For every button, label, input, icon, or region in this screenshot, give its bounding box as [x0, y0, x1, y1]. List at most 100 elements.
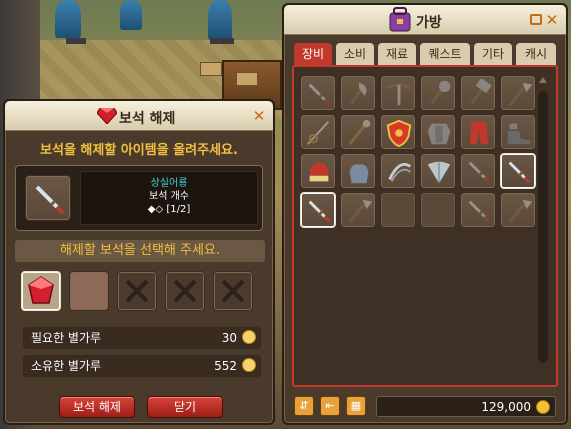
close-icon[interactable]: ✕ — [251, 108, 267, 124]
meso-coin-icon — [536, 400, 550, 414]
polearm-icon — [348, 199, 373, 224]
inventory-slot[interactable] — [460, 153, 496, 189]
x-mark-icon — [125, 279, 149, 303]
sword-icon — [468, 161, 491, 184]
helmet-icon — [309, 162, 329, 182]
polearm-icon — [508, 199, 533, 224]
gem-window-titlebar[interactable]: 보석 해제 ✕ — [5, 101, 273, 131]
fan-icon — [427, 161, 451, 184]
inventory-slot[interactable] — [300, 75, 336, 111]
gem-slot-3 — [117, 271, 157, 311]
unsocket-button[interactable]: 보석 해제 — [59, 396, 135, 418]
bag-icon — [389, 7, 411, 32]
inventory-slot[interactable] — [340, 114, 376, 150]
tab-cash[interactable]: 캐시 — [516, 43, 556, 65]
mace-icon — [430, 80, 451, 105]
sword-icon — [308, 83, 331, 106]
inventory-slot[interactable] — [380, 75, 416, 111]
gem-slot-1[interactable] — [21, 271, 61, 311]
select-gem-prompt: 해제할 보석을 선택해 주세요. — [15, 240, 265, 262]
inventory-slot[interactable] — [420, 153, 456, 189]
item-name: 상실어룡 — [150, 178, 188, 189]
inventory-slot[interactable] — [500, 153, 536, 189]
armor-icon — [427, 123, 451, 145]
sword-icon — [308, 200, 331, 223]
tab-etc[interactable]: 기타 — [474, 43, 512, 65]
shield-icon — [386, 119, 412, 148]
inventory-slot[interactable] — [500, 114, 536, 150]
stardust-icon — [242, 330, 256, 344]
meso-value: 129,000 — [481, 400, 531, 414]
post — [66, 38, 86, 44]
owned-stardust-label: 소유한 별가루 — [31, 359, 102, 373]
owned-stardust-row: 소유한 별가루 552 — [23, 355, 261, 377]
gem-count-label: 보석 개수 — [149, 191, 189, 202]
gem-count-value: ◆◇ [1/2] — [147, 204, 191, 215]
inventory-slot[interactable] — [340, 192, 376, 228]
rapier-icon — [307, 121, 330, 145]
tab-material[interactable]: 재료 — [378, 43, 416, 65]
inventory-slot[interactable] — [500, 75, 536, 111]
x-mark-icon — [221, 279, 245, 303]
tab-consume[interactable]: 소비 — [336, 43, 374, 65]
scroll-up-arrow[interactable] — [539, 77, 547, 83]
item-info: 상실어룡 보석 개수 ◆◇ [1/2] — [80, 171, 258, 225]
statue — [120, 0, 142, 30]
close-button[interactable]: 닫기 — [147, 396, 223, 418]
red-gem-icon — [97, 108, 117, 124]
sword-icon — [508, 161, 531, 184]
target-item-slot[interactable] — [25, 175, 71, 221]
stardust-icon — [242, 358, 256, 372]
post — [210, 38, 234, 44]
meso-display: 129,000 — [376, 396, 556, 417]
close-icon[interactable]: ✕ — [544, 12, 560, 28]
inventory-slot[interactable] — [300, 114, 336, 150]
minimize-icon[interactable] — [530, 14, 542, 25]
claw-icon — [388, 162, 412, 182]
instruction-text: 보석을 해제할 아이템을 올려주세요. — [40, 143, 238, 158]
inventory-slot[interactable] — [380, 192, 416, 228]
staff-icon — [348, 119, 371, 146]
tab-quest[interactable]: 퀘스트 — [420, 43, 470, 65]
gloves-icon — [349, 164, 369, 184]
inventory-slot[interactable] — [420, 114, 456, 150]
inventory-slot[interactable] — [460, 114, 496, 150]
inventory-slot[interactable] — [340, 75, 376, 111]
crate — [200, 62, 222, 76]
inventory-slot[interactable] — [300, 192, 336, 228]
inventory-grid — [292, 65, 558, 387]
required-stardust-row: 필요한 별가루 30 — [23, 327, 261, 349]
gem-unsocket-window: 보석 해제 ✕ 보석을 해제할 아이템을 올려주세요. 상실어룡 보석 개수 ◆… — [3, 99, 275, 425]
inventory-window: 가방 ✕ 장비 소비 재료 퀘스트 기타 캐시 ⇵ ⇤ ▦ 129,000 — [282, 3, 568, 425]
inventory-slot[interactable] — [380, 114, 416, 150]
gem-slot-2[interactable] — [69, 271, 109, 311]
inventory-titlebar[interactable]: 가방 ✕ — [284, 5, 566, 35]
inventory-slot[interactable] — [460, 192, 496, 228]
sort-button[interactable]: ⇵ — [294, 396, 314, 416]
required-stardust-label: 필요한 별가루 — [31, 331, 102, 345]
scrollbar[interactable] — [538, 77, 548, 363]
inventory-slot[interactable] — [300, 153, 336, 189]
hammer-icon — [470, 79, 492, 105]
gem-slot-5 — [213, 271, 253, 311]
polearm-icon — [508, 82, 533, 107]
inventory-slot[interactable] — [340, 153, 376, 189]
inventory-slot[interactable] — [420, 192, 456, 228]
required-stardust-value: 30 — [221, 331, 237, 345]
inventory-slot[interactable] — [420, 75, 456, 111]
grid-view-button[interactable]: ▦ — [346, 396, 366, 416]
inventory-slot[interactable] — [460, 75, 496, 111]
statue — [208, 0, 232, 40]
tab-equip[interactable]: 장비 — [294, 43, 332, 65]
inventory-tabs: 장비 소비 재료 퀘스트 기타 캐시 — [294, 43, 560, 65]
crossbow-icon — [386, 83, 412, 106]
gem-window-title: 보석 해제 — [119, 111, 176, 127]
inventory-slot[interactable] — [500, 192, 536, 228]
x-mark-icon — [173, 279, 197, 303]
gather-button[interactable]: ⇤ — [320, 396, 340, 416]
sword-icon — [35, 185, 65, 215]
inventory-slot[interactable] — [380, 153, 416, 189]
statue — [55, 0, 81, 38]
gem-slot-row — [21, 269, 261, 313]
red-gem-icon — [28, 276, 54, 304]
